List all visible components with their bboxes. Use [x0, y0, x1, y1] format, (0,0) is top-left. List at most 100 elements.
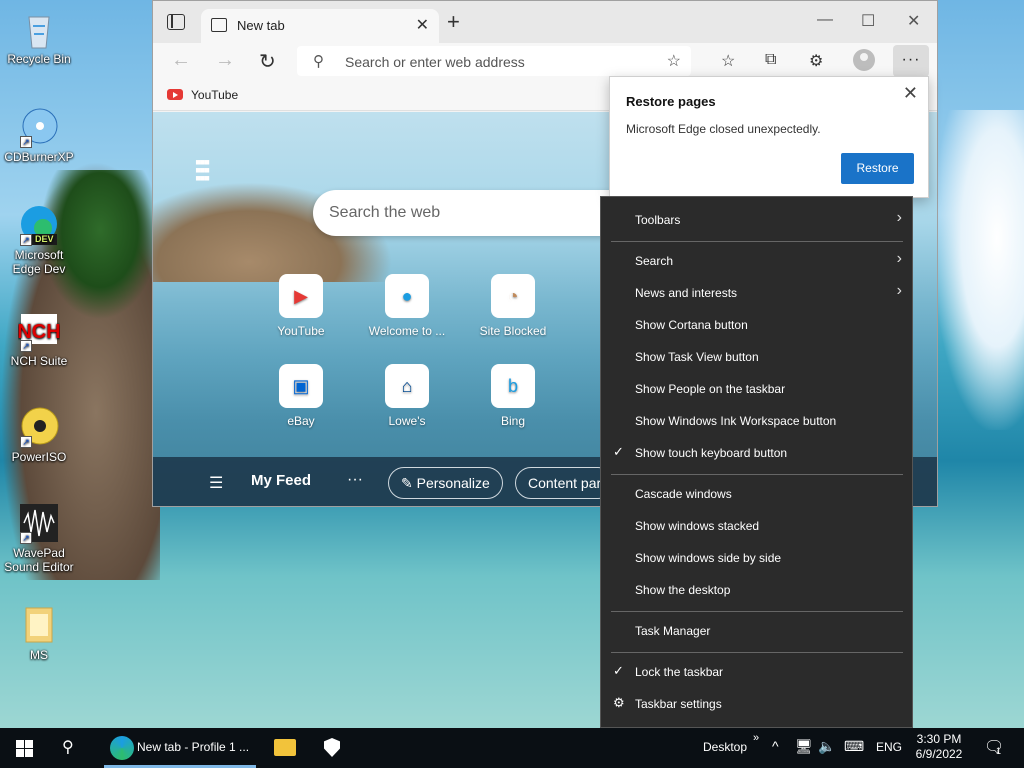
shortcut-arrow-icon: ↗: [20, 136, 32, 148]
desktop-icon-label: WavePad Sound Editor: [4, 546, 74, 574]
menu-item-taskbar-settings[interactable]: ⚙ Taskbar settings: [601, 689, 912, 719]
menu-item-show-desktop[interactable]: Show the desktop: [601, 575, 912, 605]
search-icon[interactable]: ⚲: [62, 737, 74, 768]
feed-more-icon[interactable]: ···: [347, 471, 363, 489]
security-shield-icon[interactable]: [324, 738, 340, 757]
desktop-icon-poweriso[interactable]: ↗ PowerISO: [2, 406, 76, 464]
shortcut-arrow-icon: ↗: [20, 234, 32, 246]
favorites-icon[interactable]: ☆: [721, 51, 735, 71]
menu-item-lock-taskbar[interactable]: ✓ Lock the taskbar: [601, 657, 912, 687]
menu-item-label: Show Cortana button: [635, 318, 748, 332]
taskbar-edge-window-label[interactable]: New tab - Profile 1 ...: [137, 740, 249, 754]
notification-icon[interactable]: 🗨: [984, 737, 1004, 757]
file-explorer-icon[interactable]: [274, 739, 296, 756]
minimize-button[interactable]: —: [817, 11, 833, 29]
desktop-toolbar-label[interactable]: Desktop: [703, 740, 747, 754]
menu-item-label: News and interests: [635, 286, 738, 300]
quick-link-lowes[interactable]: ⌂ Lowe's: [367, 364, 447, 428]
back-button[interactable]: ←: [171, 49, 191, 72]
app-launcher-icon[interactable]: ▪▪▪ ▪▪▪ ▪▪▪: [195, 153, 210, 187]
quick-link-label: Site Blocked: [479, 324, 547, 338]
clock[interactable]: 3:30 PM 6/9/2022: [914, 732, 964, 762]
menu-item-cascade-windows[interactable]: Cascade windows: [601, 479, 912, 509]
language-indicator[interactable]: ENG: [876, 740, 902, 754]
menu-item-label: Show People on the taskbar: [635, 382, 786, 396]
collections-icon[interactable]: ⧉: [765, 51, 776, 69]
menu-separator: [611, 611, 903, 612]
my-feed-tab[interactable]: My Feed: [251, 472, 311, 489]
menu-item-show-windows-side-by-side[interactable]: Show windows side by side: [601, 543, 912, 573]
close-window-button[interactable]: ✕: [907, 11, 920, 31]
menu-item-label: Show the desktop: [635, 583, 731, 597]
menu-item-label: Show windows stacked: [635, 519, 760, 533]
wavepad-icon: ↗: [18, 502, 60, 544]
cdburnerxp-icon: ↗: [18, 106, 60, 148]
quick-link-welcome[interactable]: ● Welcome to ...: [367, 274, 447, 338]
shortcut-arrow-icon: ↗: [20, 436, 32, 448]
maximize-button[interactable]: ☐: [861, 11, 875, 31]
quick-link-site-blocked[interactable]: ◔ Site Blocked: [473, 274, 553, 338]
chevron-up-icon[interactable]: ^: [772, 738, 779, 754]
youtube-icon: ▶: [279, 274, 323, 318]
clock-time: 3:30 PM: [916, 732, 962, 746]
personalize-label: Personalize: [416, 475, 490, 491]
lowes-icon: ⌂: [385, 364, 429, 408]
edge-dev-taskbar-icon[interactable]: [110, 736, 134, 760]
menu-item-news-and-interests[interactable]: News and interests ›: [601, 278, 912, 308]
desktop-icon-edge-dev[interactable]: DEV ↗ Microsoft Edge Dev: [2, 204, 76, 276]
close-icon[interactable]: ✕: [903, 83, 918, 104]
chevron-double-right-icon[interactable]: »: [753, 732, 759, 744]
start-button[interactable]: [16, 740, 33, 757]
desktop-icon-ms[interactable]: MS: [2, 604, 76, 662]
volume-icon[interactable]: 🔈: [818, 738, 835, 755]
restore-message: Microsoft Edge closed unexpectedly.: [626, 122, 821, 136]
menu-item-show-people[interactable]: Show People on the taskbar: [601, 374, 912, 404]
clock-date: 6/9/2022: [915, 747, 963, 761]
notification-count: 1: [996, 746, 1002, 756]
close-tab-icon[interactable]: ✕: [416, 15, 429, 35]
hamburger-menu-icon[interactable]: ☰: [209, 473, 223, 493]
tab-actions-icon[interactable]: [167, 14, 185, 30]
touch-keyboard-icon[interactable]: ⌨: [844, 738, 864, 755]
desktop-icon-recycle-bin[interactable]: Recycle Bin: [2, 8, 76, 66]
wallpaper-cloud: [934, 110, 1024, 430]
menu-item-toolbars[interactable]: Toolbars ›: [601, 205, 912, 235]
desktop-icon-label: CDBurnerXP: [4, 150, 74, 164]
extensions-icon[interactable]: ⚙: [809, 51, 823, 71]
checkmark-icon: ✓: [613, 444, 624, 459]
menu-item-search[interactable]: Search ›: [601, 246, 912, 276]
new-tab-button[interactable]: +: [447, 9, 460, 35]
desktop-icon-nch-suite[interactable]: NCH ↗ NCH Suite: [2, 310, 76, 368]
forward-button[interactable]: →: [215, 49, 235, 72]
desktop-icon-wavepad[interactable]: ↗ WavePad Sound Editor: [2, 502, 76, 574]
desktop-icon-label: Microsoft Edge Dev: [12, 248, 66, 276]
refresh-button[interactable]: ↻: [259, 49, 276, 74]
menu-item-show-cortana[interactable]: Show Cortana button: [601, 310, 912, 340]
menu-item-label: Show Task View button: [635, 350, 759, 364]
add-favorite-icon[interactable]: ☆: [667, 51, 681, 71]
chevron-right-icon: ›: [896, 209, 902, 226]
quick-link-bing[interactable]: b Bing: [473, 364, 553, 428]
menu-item-show-ink-workspace[interactable]: Show Windows Ink Workspace button: [601, 406, 912, 436]
quick-link-ebay[interactable]: ▣ eBay: [261, 364, 341, 428]
personalize-button[interactable]: ✎ Personalize: [388, 467, 503, 499]
favorite-youtube[interactable]: YouTube: [191, 88, 238, 102]
restore-button[interactable]: Restore: [841, 153, 914, 184]
tab-bar: New tab ✕ + — ☐ ✕: [153, 1, 937, 43]
address-bar[interactable]: ⚲ Search or enter web address ☆: [297, 46, 691, 76]
menu-item-show-windows-stacked[interactable]: Show windows stacked: [601, 511, 912, 541]
quick-link-label: Lowe's: [388, 414, 426, 428]
quick-link-label: Bing: [500, 414, 526, 428]
settings-and-more-button[interactable]: ···: [893, 45, 929, 77]
menu-item-show-task-view[interactable]: Show Task View button: [601, 342, 912, 372]
quick-link-youtube[interactable]: ▶ YouTube: [261, 274, 341, 338]
desktop-icon-label: NCH Suite: [10, 354, 68, 368]
menu-item-show-touch-keyboard[interactable]: ✓ Show touch keyboard button: [601, 438, 912, 468]
quick-link-label: YouTube: [277, 324, 325, 338]
network-icon[interactable]: 🖥: [795, 738, 813, 755]
chevron-right-icon: ›: [896, 282, 902, 299]
profile-avatar[interactable]: [853, 49, 875, 71]
desktop-icon-cdburnerxp[interactable]: ↗ CDBurnerXP: [2, 106, 76, 164]
tab-new-tab[interactable]: New tab ✕: [201, 9, 439, 43]
menu-item-task-manager[interactable]: Task Manager: [601, 616, 912, 646]
